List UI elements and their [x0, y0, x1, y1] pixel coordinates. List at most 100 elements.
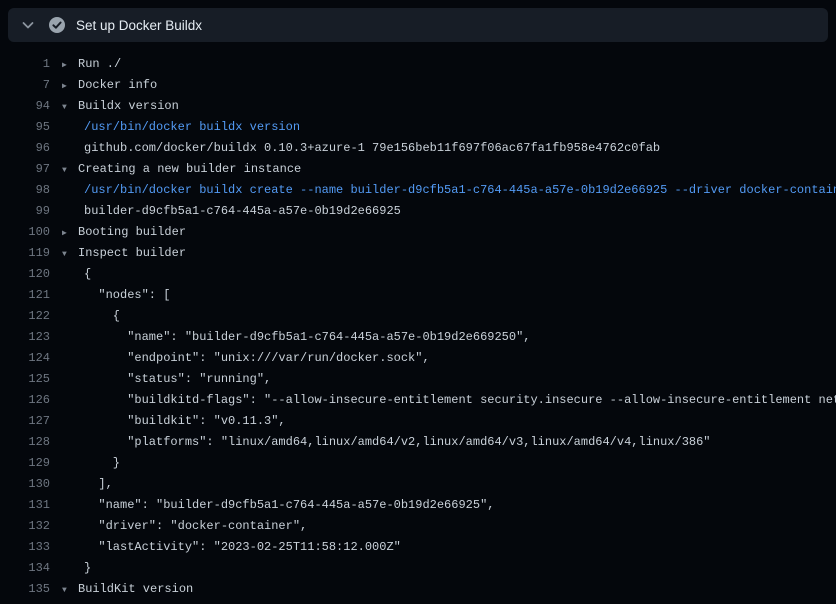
- step-header[interactable]: Set up Docker Buildx: [8, 8, 828, 42]
- log-line: 133 "lastActivity": "2023-02-25T11:58:12…: [0, 537, 836, 558]
- log-group-header[interactable]: ▼Buildx version: [62, 96, 179, 118]
- line-number[interactable]: 97: [0, 159, 50, 180]
- log-output-text: "endpoint": "unix:///var/run/docker.sock…: [84, 348, 430, 369]
- line-number[interactable]: 122: [0, 306, 50, 327]
- triangle-down-icon[interactable]: ▼: [62, 160, 78, 181]
- line-number[interactable]: 136: [0, 600, 50, 604]
- log-lines-container[interactable]: 1▶Run ./7▶Docker info94▼Buildx version95…: [0, 42, 836, 604]
- line-number[interactable]: 96: [0, 138, 50, 159]
- log-group-header[interactable]: ▶Booting builder: [62, 222, 186, 244]
- line-number[interactable]: 121: [0, 285, 50, 306]
- line-number[interactable]: 130: [0, 474, 50, 495]
- log-line: 122 {: [0, 306, 836, 327]
- log-group-title[interactable]: Creating a new builder instance: [78, 159, 301, 180]
- line-number[interactable]: 125: [0, 369, 50, 390]
- log-output-text: "buildkitd-flags": "--allow-insecure-ent…: [84, 390, 836, 411]
- line-number[interactable]: 124: [0, 348, 50, 369]
- line-number[interactable]: 133: [0, 537, 50, 558]
- log-group-title[interactable]: Inspect builder: [78, 243, 186, 264]
- line-number[interactable]: 129: [0, 453, 50, 474]
- line-number[interactable]: 128: [0, 432, 50, 453]
- log-output-text: "platforms": "linux/amd64,linux/amd64/v2…: [84, 432, 711, 453]
- line-number[interactable]: 135: [0, 579, 50, 600]
- log-line: 129 }: [0, 453, 836, 474]
- log-output-text: }: [84, 453, 120, 474]
- log-command-text: /usr/bin/docker buildx create --name bui…: [84, 180, 836, 201]
- line-number[interactable]: 99: [0, 201, 50, 222]
- log-output-text: builder-d9cfb5a1-c764-445a-a57e-0b19d2e6…: [84, 201, 401, 222]
- triangle-right-icon[interactable]: ▶: [62, 76, 78, 97]
- line-number[interactable]: 134: [0, 558, 50, 579]
- log-line: 135 ▼BuildKit version: [0, 579, 836, 600]
- triangle-right-icon[interactable]: ▶: [62, 223, 78, 244]
- line-number[interactable]: 1: [0, 54, 50, 75]
- log-line: 120 {: [0, 264, 836, 285]
- log-line: 134}: [0, 558, 836, 579]
- log-line: 99 builder-d9cfb5a1-c764-445a-a57e-0b19d2…: [0, 201, 836, 222]
- log-line: 1 ▶Run ./: [0, 54, 836, 75]
- log-group-header[interactable]: ▼Inspect builder: [62, 243, 186, 265]
- log-group-title[interactable]: Docker info: [78, 75, 157, 96]
- log-line: 130 ],: [0, 474, 836, 495]
- log-output-text: "status": "running",: [84, 369, 271, 390]
- log-line: 124 "endpoint": "unix:///var/run/docker.…: [0, 348, 836, 369]
- log-line: 128 "platforms": "linux/amd64,linux/amd6…: [0, 432, 836, 453]
- line-number[interactable]: 126: [0, 390, 50, 411]
- log-output-text: "nodes": [: [84, 285, 170, 306]
- log-line: 98/usr/bin/docker buildx create --name b…: [0, 180, 836, 201]
- line-number[interactable]: 119: [0, 243, 50, 264]
- line-number[interactable]: 100: [0, 222, 50, 243]
- log-line: 121 "nodes": [: [0, 285, 836, 306]
- line-number[interactable]: 123: [0, 327, 50, 348]
- log-group-title[interactable]: Booting builder: [78, 222, 186, 243]
- log-line: 123 "name": "builder-d9cfb5a1-c764-445a-…: [0, 327, 836, 348]
- log-group-header[interactable]: ▶Run ./: [62, 54, 121, 76]
- log-output-text: "lastActivity": "2023-02-25T11:58:12.000…: [84, 537, 401, 558]
- line-number[interactable]: 95: [0, 117, 50, 138]
- triangle-right-icon[interactable]: ▶: [62, 55, 78, 76]
- log-line: 94 ▼Buildx version: [0, 96, 836, 117]
- line-number[interactable]: 120: [0, 264, 50, 285]
- log-group-title[interactable]: Buildx version: [78, 96, 179, 117]
- log-line: 127 "buildkit": "v0.11.3",: [0, 411, 836, 432]
- triangle-down-icon[interactable]: ▼: [62, 97, 78, 118]
- step-title: Set up Docker Buildx: [76, 18, 202, 33]
- chevron-down-icon[interactable]: [20, 17, 36, 33]
- line-number[interactable]: 127: [0, 411, 50, 432]
- log-line: 132 "driver": "docker-container",: [0, 516, 836, 537]
- log-output-text: {: [84, 264, 91, 285]
- actions-log-viewer: Set up Docker Buildx 1▶Run ./7▶Docker in…: [0, 0, 836, 604]
- log-output-text: builder-d9cfb5a1-c764-445a-a57e-0b19d2e6…: [84, 600, 473, 604]
- log-line: 126 "buildkitd-flags": "--allow-insecure…: [0, 390, 836, 411]
- log-line: 136 builder-d9cfb5a1-c764-445a-a57e-0b19d…: [0, 600, 836, 604]
- log-output-text: "driver": "docker-container",: [84, 516, 307, 537]
- log-line: 125 "status": "running",: [0, 369, 836, 390]
- log-line: 97 ▼Creating a new builder instance: [0, 159, 836, 180]
- log-group-title[interactable]: BuildKit version: [78, 579, 193, 600]
- log-group-header[interactable]: ▼BuildKit version: [62, 579, 193, 601]
- line-number[interactable]: 131: [0, 495, 50, 516]
- line-number[interactable]: 7: [0, 75, 50, 96]
- check-circle-icon: [48, 16, 66, 34]
- log-group-header[interactable]: ▼Creating a new builder instance: [62, 159, 301, 181]
- log-output-text: github.com/docker/buildx 0.10.3+azure-1 …: [84, 138, 660, 159]
- line-number[interactable]: 98: [0, 180, 50, 201]
- triangle-down-icon[interactable]: ▼: [62, 244, 78, 265]
- log-output-text: ],: [84, 474, 113, 495]
- log-output-text: }: [84, 558, 91, 579]
- log-group-title[interactable]: Run ./: [78, 54, 121, 75]
- log-line: 100 ▶Booting builder: [0, 222, 836, 243]
- line-number[interactable]: 94: [0, 96, 50, 117]
- line-number[interactable]: 132: [0, 516, 50, 537]
- log-line: 96 github.com/docker/buildx 0.10.3+azure-…: [0, 138, 836, 159]
- triangle-down-icon[interactable]: ▼: [62, 580, 78, 601]
- log-line: 95/usr/bin/docker buildx version: [0, 117, 836, 138]
- log-output-text: {: [84, 306, 120, 327]
- log-line: 7 ▶Docker info: [0, 75, 836, 96]
- log-output-text: "name": "builder-d9cfb5a1-c764-445a-a57e…: [84, 327, 530, 348]
- log-output-text: "buildkit": "v0.11.3",: [84, 411, 286, 432]
- log-group-header[interactable]: ▶Docker info: [62, 75, 157, 97]
- log-line: 131 "name": "builder-d9cfb5a1-c764-445a-…: [0, 495, 836, 516]
- log-line: 119 ▼Inspect builder: [0, 243, 836, 264]
- log-output-text: "name": "builder-d9cfb5a1-c764-445a-a57e…: [84, 495, 494, 516]
